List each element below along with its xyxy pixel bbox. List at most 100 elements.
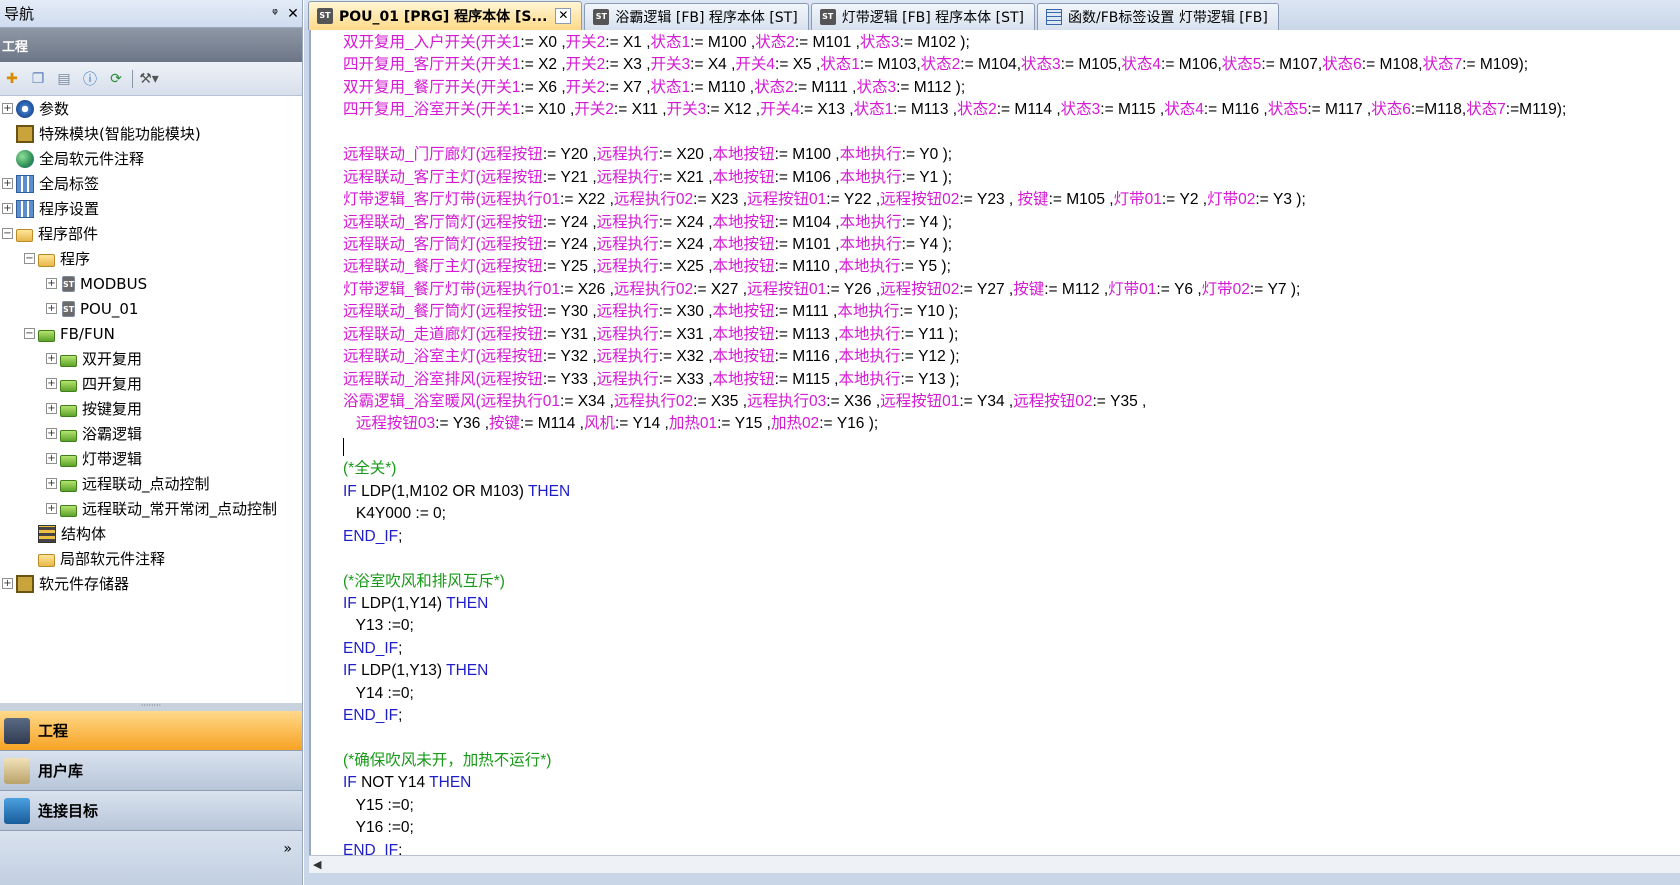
function-block-icon [60,404,77,417]
code-identifier: 灯带逻辑_客厅灯带( [343,191,481,209]
collapse-icon[interactable]: − [24,328,35,339]
expand-icon[interactable]: + [46,353,57,364]
label-icon [16,174,34,193]
editor-tab[interactable]: 函数/FB标签设置 灯带逻辑 [FB] [1037,3,1279,30]
tree-item[interactable]: + 软元件存储器 [0,571,302,596]
tree-item[interactable]: + 按键复用 [0,396,302,421]
tree-item[interactable]: + 全局标签 [0,171,302,196]
code-identifier: 远程执行03 [747,393,827,410]
code-identifier: 状态3 [859,34,900,51]
function-block-icon [60,429,77,442]
tree-item[interactable]: + 参数 [0,96,302,121]
code-text: := X31 , [658,325,713,343]
code-text: := Y4 ); [901,213,953,231]
code-identifier: 状态1 [650,34,691,51]
tree-item[interactable]: − 程序部件 [0,221,302,246]
tools-icon[interactable]: ⚒▾ [139,69,159,89]
code-identifier: 远程按钮 [480,325,543,343]
nav-tab-user-library[interactable]: 用户库 [0,751,302,791]
code-text: := M104 , [774,213,840,231]
scroll-left-icon[interactable]: ◀ [313,858,321,871]
st-program-icon: ST [62,300,75,317]
tree-item[interactable]: − 程序 [0,246,302,271]
code-text: := Y36 , [435,415,490,433]
code-text: := Y14 , [614,415,669,433]
tree-item[interactable]: + ST MODBUS [0,271,302,296]
editor-tab[interactable]: ST 浴霸逻辑 [FB] 程序本体 [ST] [584,3,809,30]
code-identifier: 远程执行 [596,325,659,343]
expand-icon[interactable]: + [46,503,57,514]
new-item-icon[interactable]: ✚ [2,69,22,89]
code-identifier: 远程按钮 [480,370,543,388]
expand-icon[interactable]: + [46,428,57,439]
tree-item[interactable]: + 浴霸逻辑 [0,421,302,446]
tree-item[interactable]: 特殊模块(智能功能模块) [0,121,302,146]
copy-icon[interactable]: ❐ [28,69,48,89]
expand-icon[interactable]: + [46,478,57,489]
status-strip [304,873,1680,885]
code-identifier: 远程执行01 [480,280,561,298]
code-editor[interactable]: 双开复用_入户开关(开关1:= X0 ,开关2:= X1 ,状态1:= M100… [309,30,1680,855]
tree-item[interactable]: − FB/FUN [0,321,302,346]
code-identifier: 本地执行 [839,235,902,253]
tree-item[interactable]: 局部软元件注释 [0,546,302,571]
tree-item[interactable]: + 远程联动_点动控制 [0,471,302,496]
tree-item[interactable]: + 远程联动_常开常闭_点动控制 [0,496,302,521]
code-identifier: 远程执行 [596,258,659,276]
expand-icon[interactable]: + [2,103,13,114]
code-identifier: 远程执行 [596,235,659,253]
paste-icon[interactable]: ▤ [54,69,74,89]
tree-item[interactable]: + 双开复用 [0,346,302,371]
tree-item[interactable]: + ST POU_01 [0,296,302,321]
tree-item[interactable]: + 灯带逻辑 [0,446,302,471]
code-text: ; [398,841,403,855]
collapse-icon[interactable]: − [24,253,35,264]
tree-item[interactable]: 全局软元件注释 [0,146,302,171]
editor-area: ST POU_01 [PRG] 程序本体 [S... ✕ ST 浴霸逻辑 [FB] 程序… [304,0,1680,885]
properties-icon[interactable]: ⓘ [80,69,100,89]
code-identifier: 远程联动_客厅筒灯( [343,235,481,253]
pin-icon[interactable]: ᵠ [266,6,284,22]
horizontal-scrollbar[interactable]: ◀ [309,855,1680,873]
code-identifier: 本地按钮 [712,168,775,186]
code-text: := X24 , [658,235,713,253]
nav-tab-project[interactable]: 工程 [0,711,302,751]
code-identifier: 本地执行 [838,325,901,343]
st-program-icon: ST [317,8,333,24]
tree-item[interactable]: + 四开复用 [0,371,302,396]
expand-icon[interactable]: + [46,303,57,314]
expand-icon[interactable]: + [46,378,57,389]
tree-item-label: 程序部件 [38,225,99,243]
expand-icon[interactable]: + [46,278,57,289]
editor-tab[interactable]: ST POU_01 [PRG] 程序本体 [S... ✕ [308,1,583,30]
tree-item-label: 全局标签 [39,175,100,193]
close-icon[interactable]: ✕ [284,6,302,22]
tree-item-label: 特殊模块(智能功能模块) [39,125,201,143]
code-identifier: 远程联动_餐厅筒灯( [343,303,481,321]
nav-tab-connection-target[interactable]: 连接目标 [0,791,302,831]
tree-item-label: 远程联动_点动控制 [82,475,210,493]
tree-item[interactable]: + 程序设置 [0,196,302,221]
code-identifier: 远程执行02 [613,280,694,298]
code-identifier: 开关2 [565,78,606,96]
expand-icon[interactable]: + [2,203,13,214]
tree-item[interactable]: 结构体 [0,521,302,546]
refresh-icon[interactable]: ⟳ [106,69,126,89]
code-text: := X5 , [775,56,821,74]
close-tab-icon[interactable]: ✕ [555,8,572,24]
code-text: := X1 , [605,34,651,51]
code-text: := Y13 ); [900,370,960,388]
editor-tab[interactable]: ST 灯带逻辑 [FB] 程序本体 [ST] [810,3,1035,30]
expand-icon[interactable]: + [46,403,57,414]
expand-icon[interactable]: + [2,178,13,189]
code-text: Y15 :=0; [343,796,414,814]
expand-icon[interactable]: + [2,578,13,589]
collapse-icon[interactable]: − [2,228,13,239]
code-keyword: THEN [429,774,472,792]
st-program-icon: ST [819,9,836,25]
nav-splitter[interactable]: ········ [0,702,302,711]
expand-icon[interactable]: + [46,453,57,464]
chevron-double-right-icon[interactable]: » [283,841,292,857]
code-keyword: IF [343,482,362,500]
function-block-icon [60,504,77,517]
